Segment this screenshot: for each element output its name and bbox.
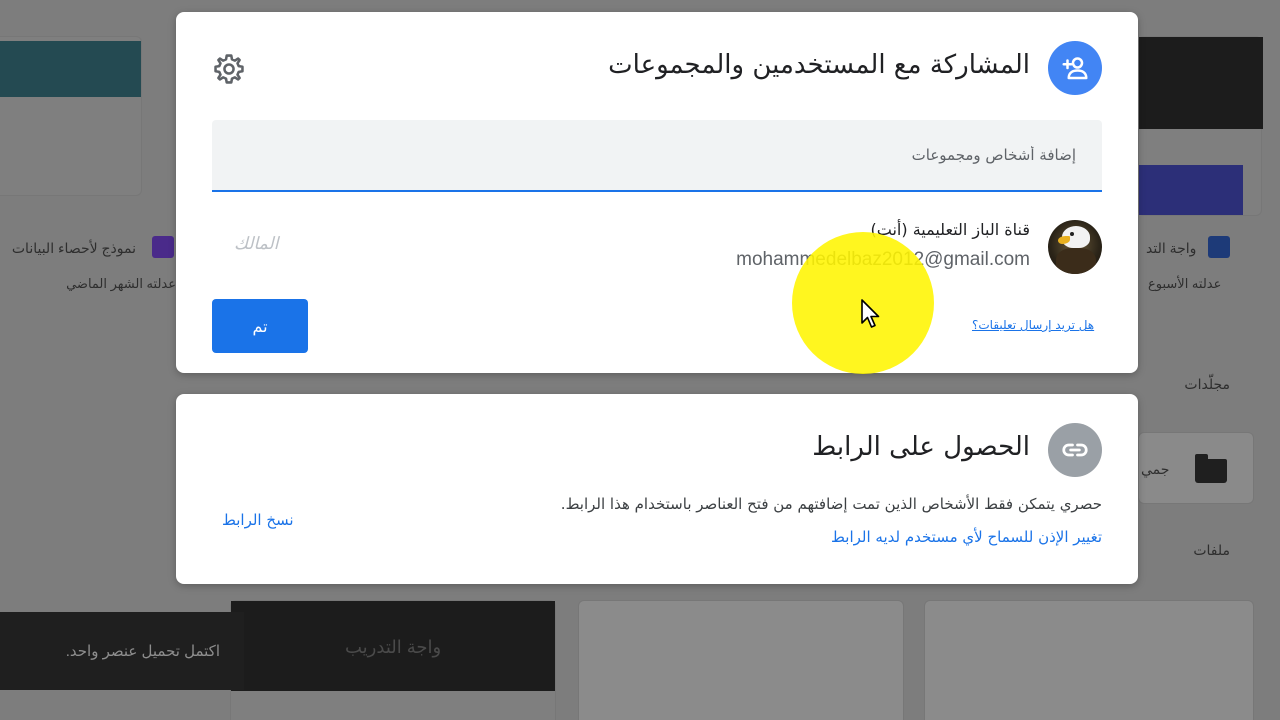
bg-right-card-subtitle: عدلته الأسبوع bbox=[1148, 276, 1222, 291]
file-card[interactable] bbox=[924, 600, 1254, 720]
bg-file-card-left-top bbox=[0, 36, 142, 196]
forms-icon bbox=[152, 236, 174, 258]
gear-icon[interactable] bbox=[212, 52, 246, 86]
share-dialog: المشاركة مع المستخدمين والمجموعات قناة ا… bbox=[176, 12, 1138, 373]
send-feedback-link[interactable]: هل تريد إرسال تعليقات؟ bbox=[972, 318, 1094, 332]
add-people-field[interactable] bbox=[212, 120, 1102, 192]
owner-role-label: المالك bbox=[234, 234, 279, 254]
file-card[interactable]: واجة التدريب bbox=[230, 600, 556, 720]
get-link-dialog[interactable]: الحصول على الرابط حصري يتمكن فقط الأشخاص… bbox=[176, 394, 1138, 584]
get-link-title: الحصول على الرابط bbox=[812, 432, 1030, 462]
folder-name: جمي bbox=[1141, 461, 1170, 477]
bg-thumbnail bbox=[1139, 37, 1263, 129]
upload-toast: اكتمل تحميل عنصر واحد. bbox=[0, 612, 244, 690]
folder-card[interactable]: جمي bbox=[1138, 432, 1254, 504]
bg-left-card-title: نموذج لأحصاء البيانات bbox=[11, 240, 136, 256]
bg-file-card-right-top bbox=[1138, 36, 1263, 216]
done-button[interactable]: تم bbox=[212, 299, 308, 353]
copy-link-button[interactable]: نسخ الرابط bbox=[222, 511, 294, 529]
files-heading: ملفات bbox=[1193, 542, 1230, 558]
file-thumb-title: واجة التدريب bbox=[345, 637, 442, 657]
toast-text: اكتمل تحميل عنصر واحد. bbox=[65, 643, 220, 660]
folder-icon bbox=[1195, 454, 1227, 483]
share-dialog-title: المشاركة مع المستخدمين والمجموعات bbox=[608, 50, 1030, 80]
user-email: mohammedelbaz2012@gmail.com bbox=[736, 249, 1030, 270]
folders-heading: مجلّدات bbox=[1184, 376, 1230, 392]
sites-icon bbox=[1208, 236, 1230, 258]
link-icon bbox=[1062, 443, 1088, 457]
file-card[interactable] bbox=[578, 600, 904, 720]
user-name: قناة الباز التعليمية (أنت) bbox=[870, 220, 1030, 239]
link-header-badge bbox=[1048, 423, 1102, 477]
bg-left-card-subtitle: عدلته الشهر الماضي bbox=[66, 276, 176, 291]
person-add-icon bbox=[1062, 57, 1088, 80]
avatar bbox=[1048, 220, 1102, 274]
link-restriction-text: حصري يتمكن فقط الأشخاص الذين تمت إضافتهم… bbox=[560, 495, 1102, 513]
change-permission-link[interactable]: تغيير الإذن للسماح لأي مستخدم لديه الراب… bbox=[831, 528, 1102, 546]
bg-thumbnail bbox=[0, 41, 141, 97]
add-people-input[interactable] bbox=[212, 120, 1102, 190]
share-header-badge bbox=[1048, 41, 1102, 95]
bg-right-card-title: واجة التد bbox=[1146, 240, 1197, 256]
bg-thumbnail-blue bbox=[1139, 165, 1243, 215]
